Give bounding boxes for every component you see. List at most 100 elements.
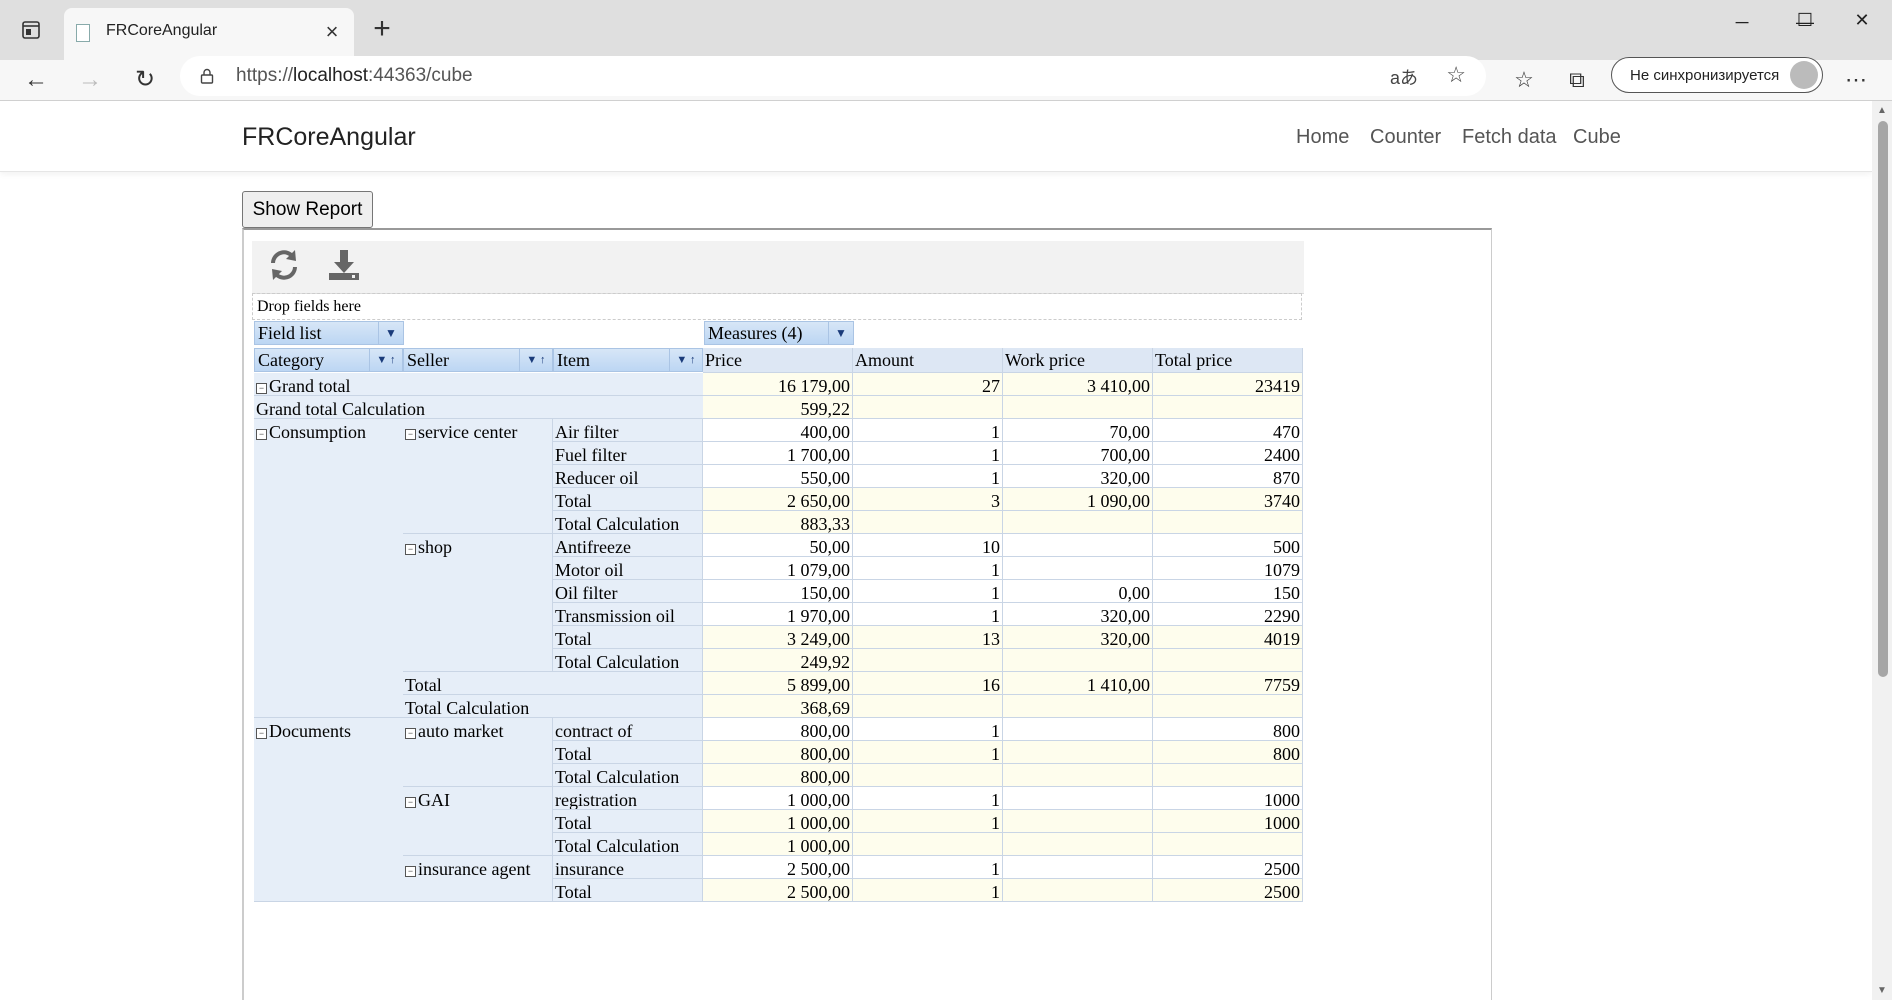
row-header-seller-total[interactable]: Total Calculation	[403, 695, 703, 718]
collapse-icon[interactable]: −	[405, 866, 416, 877]
data-cell[interactable]: 883,33	[703, 511, 853, 534]
data-cell[interactable]: 1	[853, 810, 1003, 833]
data-cell[interactable]: 2500	[1153, 856, 1303, 879]
data-cell[interactable]: 3 249,00	[703, 626, 853, 649]
row-header-item[interactable]: Total	[553, 741, 703, 764]
row-header-item[interactable]: registration	[553, 787, 703, 810]
row-header-category[interactable]: − Consumption	[254, 419, 404, 718]
data-cell[interactable]: 1	[853, 856, 1003, 879]
data-cell[interactable]	[1153, 695, 1303, 718]
window-minimize-icon[interactable]: ─	[1722, 8, 1762, 36]
favorites-icon[interactable]: ☆	[1508, 64, 1540, 96]
data-cell[interactable]	[1003, 879, 1153, 902]
data-cell[interactable]: 10	[853, 534, 1003, 557]
collapse-icon[interactable]: −	[256, 383, 267, 394]
row-header-item[interactable]: Air filter	[553, 419, 703, 442]
data-cell[interactable]: 800,00	[703, 718, 853, 741]
row-header-item[interactable]: Motor oil	[553, 557, 703, 580]
row-header-item[interactable]: Total Calculation	[553, 649, 703, 672]
data-cell[interactable]: 1	[853, 419, 1003, 442]
data-cell[interactable]: 870	[1153, 465, 1303, 488]
data-cell[interactable]: 2 500,00	[703, 879, 853, 902]
data-cell[interactable]: 800	[1153, 741, 1303, 764]
row-header-seller-total[interactable]: Total	[403, 672, 703, 695]
row-header-item[interactable]: Total	[553, 879, 703, 902]
data-cell[interactable]: 2 650,00	[703, 488, 853, 511]
data-cell[interactable]	[1003, 718, 1153, 741]
row-field-category[interactable]: Category ▼ ↑	[254, 348, 403, 372]
data-cell[interactable]: 500	[1153, 534, 1303, 557]
row-field-item[interactable]: Item ▼ ↑	[553, 348, 703, 372]
data-cell[interactable]: 3	[853, 488, 1003, 511]
data-cell[interactable]: 800,00	[703, 764, 853, 787]
data-cell[interactable]: 2 500,00	[703, 856, 853, 879]
add-favorite-icon[interactable]: ☆	[1446, 62, 1466, 88]
data-cell[interactable]: 7759	[1153, 672, 1303, 695]
data-cell[interactable]: 27	[853, 373, 1003, 396]
data-cell[interactable]: 1 079,00	[703, 557, 853, 580]
row-header-item[interactable]: Total Calculation	[553, 511, 703, 534]
row-header-item[interactable]: Total	[553, 810, 703, 833]
measure-header-price[interactable]: Price	[703, 348, 853, 373]
nav-cube[interactable]: Cube	[1573, 126, 1621, 149]
field-list-button[interactable]: Field list ▼	[254, 321, 404, 345]
data-cell[interactable]	[1153, 511, 1303, 534]
measure-header-total-price[interactable]: Total price	[1153, 348, 1303, 373]
data-cell[interactable]: 3740	[1153, 488, 1303, 511]
back-icon[interactable]: ←	[20, 64, 52, 96]
new-tab-icon[interactable]: +	[366, 14, 398, 46]
data-cell[interactable]: 1	[853, 442, 1003, 465]
data-cell[interactable]: 320,00	[1003, 626, 1153, 649]
data-cell[interactable]: 1 000,00	[703, 810, 853, 833]
row-header-grand[interactable]: Grand total Calculation	[254, 396, 704, 419]
data-cell[interactable]	[853, 396, 1003, 419]
data-cell[interactable]: 2400	[1153, 442, 1303, 465]
window-maximize-icon[interactable]: ☐	[1785, 6, 1825, 34]
data-cell[interactable]: 5 899,00	[703, 672, 853, 695]
data-cell[interactable]	[1003, 557, 1153, 580]
page-scrollbar[interactable]: ▲ ▼	[1872, 101, 1892, 1000]
data-cell[interactable]: 800	[1153, 718, 1303, 741]
data-cell[interactable]	[1003, 787, 1153, 810]
row-header-item[interactable]: Total	[553, 626, 703, 649]
data-cell[interactable]: 1 000,00	[703, 833, 853, 856]
row-header-category[interactable]: − Documents	[254, 718, 404, 902]
drop-fields-zone[interactable]: Drop fields here	[252, 293, 1302, 320]
data-cell[interactable]: 70,00	[1003, 419, 1153, 442]
data-cell[interactable]: 4019	[1153, 626, 1303, 649]
row-header-seller[interactable]: − GAI	[403, 787, 553, 856]
data-cell[interactable]	[1003, 833, 1153, 856]
data-cell[interactable]	[1153, 649, 1303, 672]
chevron-down-icon[interactable]: ▼	[828, 322, 853, 344]
url-text[interactable]: https://localhost:44363/cube	[236, 65, 473, 87]
address-bar[interactable]: https://localhost:44363/cube aあ ☆	[180, 56, 1486, 96]
data-cell[interactable]	[1003, 649, 1153, 672]
scroll-up-icon[interactable]: ▲	[1877, 105, 1887, 116]
tab-actions-icon[interactable]	[12, 14, 50, 46]
data-cell[interactable]: 800,00	[703, 741, 853, 764]
nav-counter[interactable]: Counter	[1370, 126, 1441, 149]
data-cell[interactable]: 1 970,00	[703, 603, 853, 626]
collections-icon[interactable]: ⧉	[1561, 64, 1593, 96]
data-cell[interactable]: 1 000,00	[703, 787, 853, 810]
row-header-item[interactable]: Fuel filter	[553, 442, 703, 465]
row-header-item[interactable]: Oil filter	[553, 580, 703, 603]
browser-tab[interactable]: FRCoreAngular ×	[64, 8, 354, 60]
measures-button[interactable]: Measures (4) ▼	[704, 321, 854, 345]
lock-icon[interactable]	[200, 68, 214, 89]
data-cell[interactable]: 2290	[1153, 603, 1303, 626]
data-cell[interactable]: 1000	[1153, 787, 1303, 810]
row-header-item[interactable]: Total	[553, 488, 703, 511]
data-cell[interactable]	[1153, 396, 1303, 419]
row-header-item[interactable]: insurance	[553, 856, 703, 879]
data-cell[interactable]	[1003, 856, 1153, 879]
row-header-item[interactable]: Total Calculation	[553, 833, 703, 856]
data-cell[interactable]: 1	[853, 465, 1003, 488]
row-header-item[interactable]: Antifreeze	[553, 534, 703, 557]
collapse-icon[interactable]: −	[405, 544, 416, 555]
refresh-icon[interactable]: ↻	[129, 64, 161, 96]
show-report-button[interactable]: Show Report	[242, 191, 373, 228]
data-cell[interactable]: 1000	[1153, 810, 1303, 833]
data-cell[interactable]: 1 700,00	[703, 442, 853, 465]
data-cell[interactable]	[1003, 396, 1153, 419]
